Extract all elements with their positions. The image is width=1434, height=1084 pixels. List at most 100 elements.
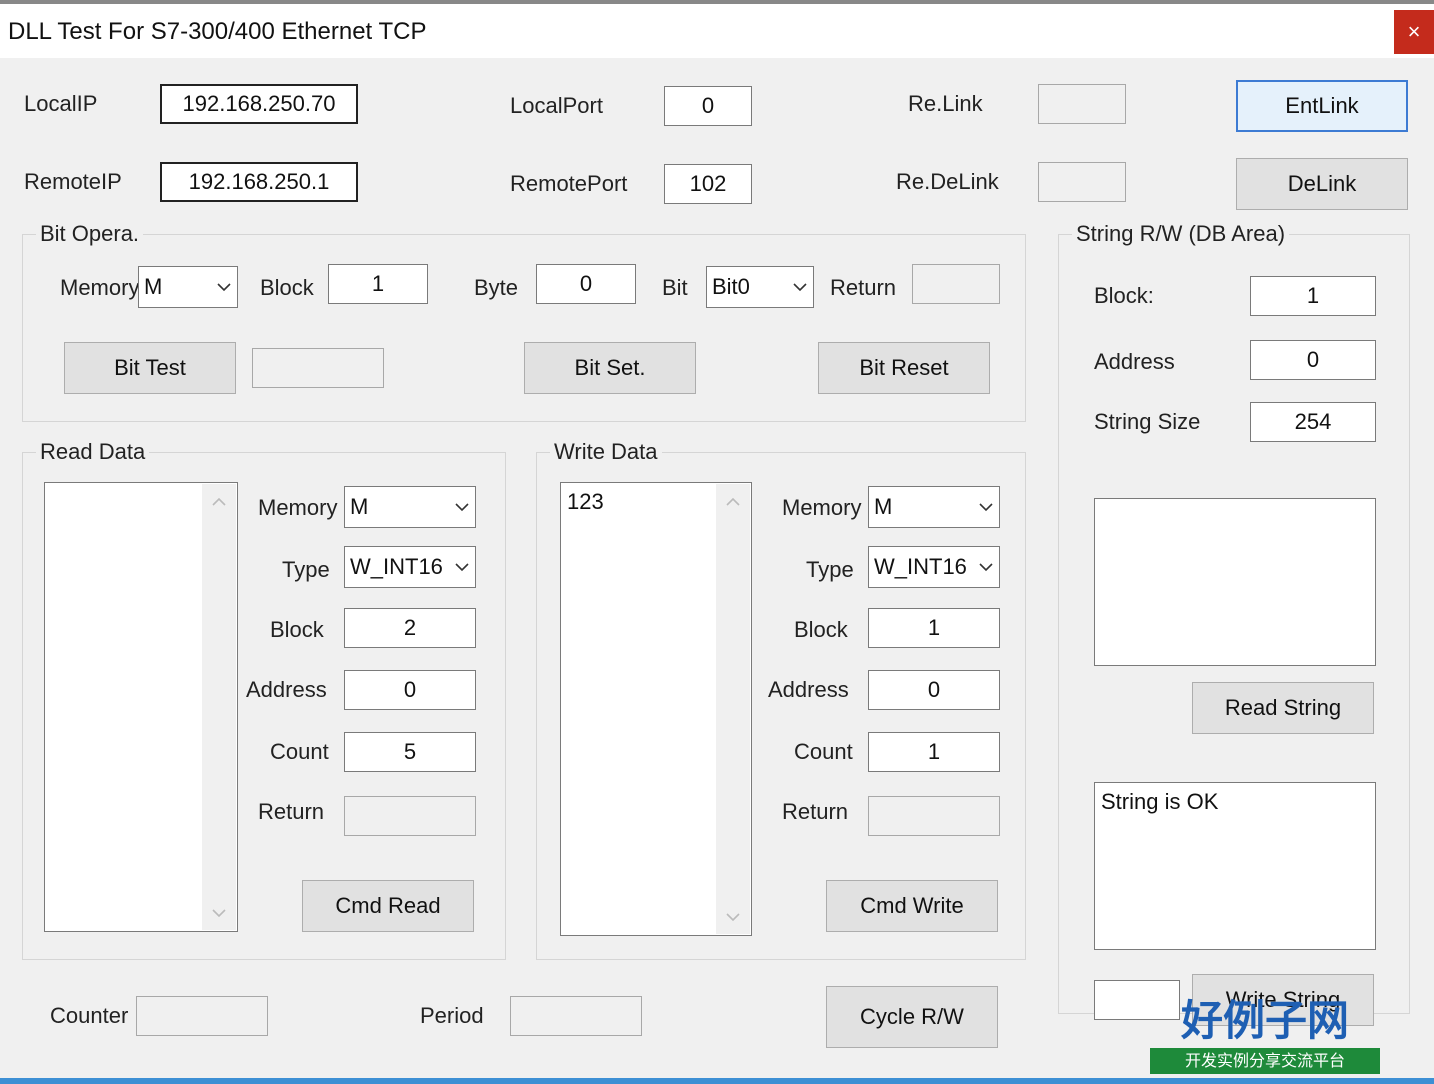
delink-button[interactable]: DeLink — [1236, 158, 1408, 210]
read-block-input[interactable]: 2 — [344, 608, 476, 648]
write-count-input[interactable]: 1 — [868, 732, 1000, 772]
read-type-value: W_INT16 — [350, 554, 443, 579]
chevron-down-icon[interactable] — [202, 896, 236, 930]
write-block-label: Block — [794, 617, 848, 642]
read-data-title: Read Data — [36, 441, 150, 463]
chevron-up-icon[interactable] — [716, 484, 750, 518]
close-icon: × — [1407, 19, 1421, 44]
bit-bit-value: Bit0 — [712, 274, 750, 299]
site-watermark: 好例子网 开发实例分享交流平台 — [1146, 996, 1384, 1076]
string-size-input[interactable]: 254 — [1250, 402, 1376, 442]
read-address-input[interactable]: 0 — [344, 670, 476, 710]
write-return-field — [868, 796, 1000, 836]
chevron-up-icon[interactable] — [202, 484, 236, 518]
string-size-label: String Size — [1094, 409, 1201, 434]
write-data-title: Write Data — [550, 441, 662, 463]
read-count-input[interactable]: 5 — [344, 732, 476, 772]
redelink-label: Re.DeLink — [896, 169, 999, 194]
title-bar: DLL Test For S7-300/400 Ethernet TCP × — [0, 0, 1434, 58]
chevron-down-icon[interactable] — [716, 900, 750, 934]
bit-return-label: Return — [830, 275, 897, 300]
entlink-button[interactable]: EntLink — [1236, 80, 1408, 132]
counter-label: Counter — [50, 1003, 129, 1028]
chevron-down-icon — [449, 562, 475, 572]
write-count-label: Count — [794, 739, 853, 764]
remote-ip-label: RemoteIP — [24, 169, 122, 194]
read-block-label: Block — [270, 617, 324, 642]
write-type-value: W_INT16 — [874, 554, 967, 579]
chevron-down-icon — [449, 502, 475, 512]
write-address-input[interactable]: 0 — [868, 670, 1000, 710]
bit-bit-label: Bit — [662, 275, 688, 300]
string-block-label: Block: — [1094, 283, 1154, 308]
remote-port-label: RemotePort — [510, 171, 628, 196]
local-ip-label: LocalIP — [24, 91, 98, 116]
remote-port-input[interactable]: 102 — [664, 164, 752, 204]
read-return-label: Return — [258, 799, 325, 824]
taskbar-strip — [0, 1078, 1434, 1084]
watermark-slogan: 开发实例分享交流平台 — [1150, 1048, 1380, 1074]
write-address-label: Address — [768, 677, 849, 702]
string-address-input[interactable]: 0 — [1250, 340, 1376, 380]
string-status-area[interactable]: String is OK — [1094, 782, 1376, 950]
chevron-down-icon — [973, 502, 999, 512]
watermark-brand: 好例子网 — [1180, 996, 1349, 1045]
read-string-button[interactable]: Read String — [1192, 682, 1374, 734]
cycle-rw-button[interactable]: Cycle R/W — [826, 986, 998, 1048]
read-list-scrollbar[interactable] — [202, 484, 236, 930]
counter-field — [136, 996, 268, 1036]
bit-return-field — [912, 264, 1000, 304]
write-list-scrollbar[interactable] — [716, 484, 750, 934]
relink-field — [1038, 84, 1126, 124]
local-port-label: LocalPort — [510, 93, 603, 118]
bit-test-button[interactable]: Bit Test — [64, 342, 236, 394]
bit-block-input[interactable]: 1 — [328, 264, 428, 304]
read-address-label: Address — [246, 677, 327, 702]
relink-label: Re.Link — [908, 91, 983, 116]
read-data-list[interactable] — [44, 482, 238, 932]
cmd-write-button[interactable]: Cmd Write — [826, 880, 998, 932]
read-return-field — [344, 796, 476, 836]
write-data-content: 123 — [567, 489, 604, 514]
period-field — [510, 996, 642, 1036]
read-type-select[interactable]: W_INT16 — [344, 546, 476, 588]
read-memory-value: M — [350, 494, 369, 519]
bit-opera-title: Bit Opera. — [36, 223, 144, 245]
write-return-label: Return — [782, 799, 849, 824]
string-read-area[interactable] — [1094, 498, 1376, 666]
local-ip-input[interactable]: 192.168.250.70 — [160, 84, 358, 124]
write-memory-value: M — [874, 494, 893, 519]
read-memory-select[interactable]: M — [344, 486, 476, 528]
remote-ip-input[interactable]: 192.168.250.1 — [160, 162, 358, 202]
bit-byte-input[interactable]: 0 — [536, 264, 636, 304]
write-type-select[interactable]: W_INT16 — [868, 546, 1000, 588]
string-rw-title: String R/W (DB Area) — [1072, 223, 1290, 245]
string-address-label: Address — [1094, 349, 1175, 374]
chevron-down-icon — [787, 282, 813, 292]
close-button[interactable]: × — [1394, 10, 1434, 54]
write-type-label: Type — [806, 557, 854, 582]
read-memory-label: Memory — [258, 495, 338, 520]
local-port-input[interactable]: 0 — [664, 86, 752, 126]
bit-block-label: Block — [260, 275, 314, 300]
write-memory-select[interactable]: M — [868, 486, 1000, 528]
bit-memory-value: M — [144, 274, 163, 299]
write-memory-label: Memory — [782, 495, 862, 520]
string-status-text: String is OK — [1101, 789, 1219, 814]
bit-memory-label: Memory — [60, 275, 140, 300]
write-data-list[interactable]: 123 — [560, 482, 752, 936]
read-count-label: Count — [270, 739, 329, 764]
bit-bit-select[interactable]: Bit0 — [706, 266, 814, 308]
bit-set-button[interactable]: Bit Set. — [524, 342, 696, 394]
window-title: DLL Test For S7-300/400 Ethernet TCP — [8, 18, 427, 45]
read-type-label: Type — [282, 557, 330, 582]
chevron-down-icon — [211, 282, 237, 292]
cmd-read-button[interactable]: Cmd Read — [302, 880, 474, 932]
bit-reset-button[interactable]: Bit Reset — [818, 342, 990, 394]
string-block-input[interactable]: 1 — [1250, 276, 1376, 316]
write-block-input[interactable]: 1 — [868, 608, 1000, 648]
bit-memory-select[interactable]: M — [138, 266, 238, 308]
chevron-down-icon — [973, 562, 999, 572]
bit-test-result — [252, 348, 384, 388]
bit-byte-label: Byte — [474, 275, 519, 300]
